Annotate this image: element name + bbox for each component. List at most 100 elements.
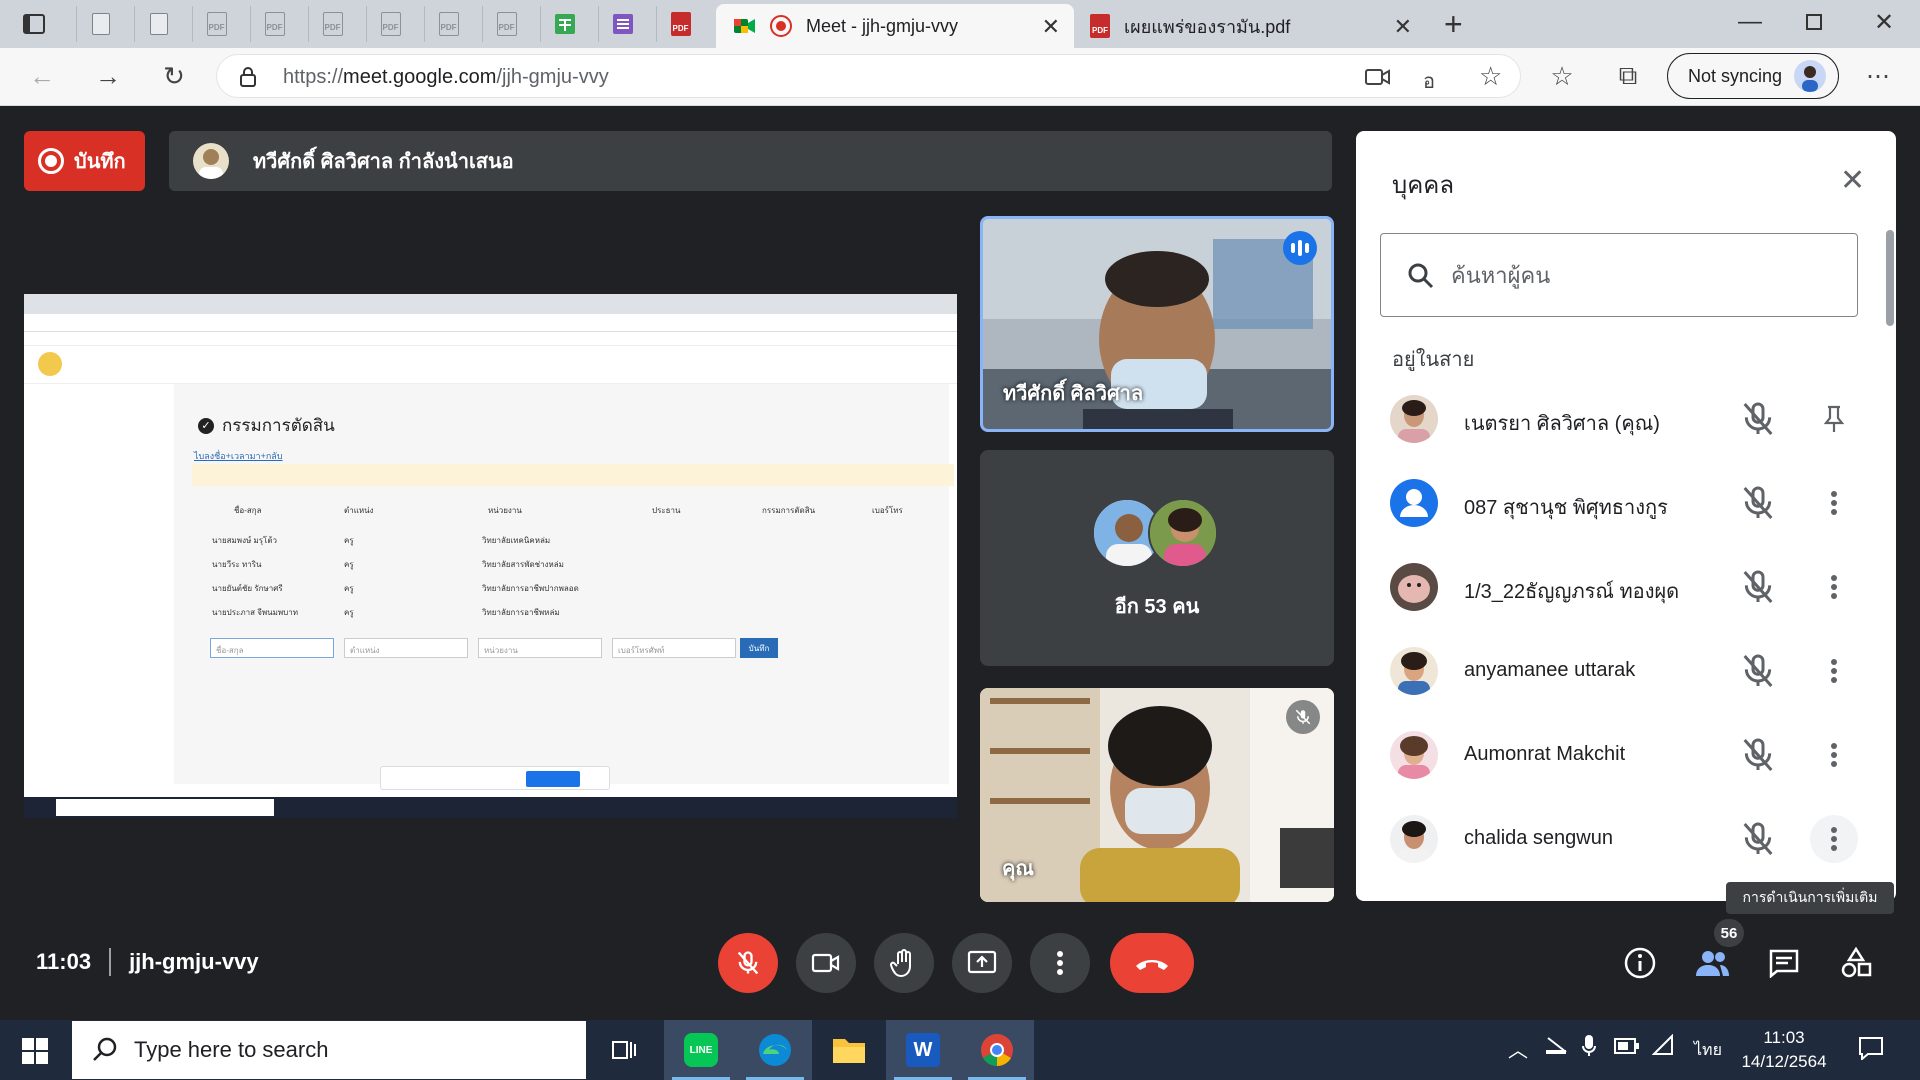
- leave-call-button[interactable]: [1110, 933, 1194, 993]
- tab-pdf[interactable]: PDF เผยแพร่ของรามัน.pdf ✕: [1078, 6, 1428, 46]
- translate-icon[interactable]: อ: [1423, 65, 1435, 97]
- pinned-tab[interactable]: [134, 6, 182, 42]
- shared-name-input[interactable]: ชื่อ-สกุล: [210, 638, 334, 658]
- activities-icon[interactable]: [1838, 945, 1874, 981]
- back-icon[interactable]: ←: [24, 58, 60, 94]
- mic-toggle-button[interactable]: [718, 933, 778, 993]
- mic-off-icon: [1743, 486, 1773, 519]
- participant-row[interactable]: เนตรยา ศิลวิศาล (คุณ): [1380, 377, 1860, 461]
- restore-icon[interactable]: [1806, 14, 1822, 30]
- participant-name: anyamanee uttarak: [1464, 659, 1636, 681]
- favorites-icon[interactable]: ☆: [1544, 58, 1580, 94]
- windows-taskbar: Type here to search LINE W ︿ ไทย 11:03 1…: [0, 1020, 1920, 1080]
- add-favorite-icon[interactable]: ☆: [1479, 61, 1502, 92]
- pinned-tab[interactable]: PDF: [424, 6, 472, 42]
- pinned-tab[interactable]: PDF: [192, 6, 240, 42]
- close-panel-icon[interactable]: ✕: [1840, 163, 1865, 198]
- line-app-icon[interactable]: LINE: [664, 1020, 738, 1080]
- participant-name: 087 สุชานุช พิศุทธางกูร: [1464, 497, 1668, 519]
- windows-start-icon[interactable]: [22, 1038, 48, 1069]
- refresh-icon[interactable]: ↻: [156, 58, 192, 94]
- taskbar-search[interactable]: Type here to search: [72, 1021, 586, 1079]
- pin-icon[interactable]: [1810, 395, 1858, 443]
- tile-others[interactable]: อีก 53 คน: [980, 450, 1334, 666]
- battery-icon[interactable]: [1614, 1034, 1640, 1059]
- pdf-icon: PDF: [1090, 14, 1110, 38]
- pinned-tab[interactable]: PDF: [482, 6, 530, 42]
- search-input[interactable]: [1451, 256, 1831, 296]
- edge-app-icon[interactable]: [738, 1020, 812, 1080]
- participant-row[interactable]: Aumonrat Makchit: [1380, 713, 1860, 797]
- more-menu-icon[interactable]: ⋯: [1860, 58, 1896, 94]
- network-offline-icon[interactable]: [1544, 1034, 1570, 1061]
- participant-row[interactable]: anyamanee uttarak: [1380, 629, 1860, 713]
- more-vert-icon[interactable]: [1810, 479, 1858, 527]
- meeting-details-icon[interactable]: [1622, 945, 1658, 981]
- wifi-icon[interactable]: [1651, 1033, 1676, 1061]
- notifications-icon[interactable]: [1858, 1036, 1884, 1065]
- more-vert-icon[interactable]: [1810, 731, 1858, 779]
- tile-presenter[interactable]: ทวีศักดิ์ ศิลวิศาล: [980, 216, 1334, 432]
- shared-save-button[interactable]: บันทึก: [740, 638, 778, 658]
- shared-org-input[interactable]: หน่วยงาน: [478, 638, 602, 658]
- collections-icon[interactable]: ⧉: [1610, 58, 1646, 94]
- present-screen-button[interactable]: [952, 933, 1012, 993]
- language-indicator[interactable]: ไทย: [1694, 1038, 1722, 1063]
- pinned-tab[interactable]: [598, 6, 646, 42]
- close-tab-icon[interactable]: ✕: [1394, 14, 1412, 40]
- file-explorer-icon[interactable]: [812, 1020, 886, 1080]
- pinned-tab[interactable]: PDF: [656, 6, 704, 42]
- raise-hand-button[interactable]: [874, 933, 934, 993]
- shared-phone-input[interactable]: เบอร์โทรศัพท์: [612, 638, 736, 658]
- pdf-icon: PDF: [670, 12, 691, 36]
- url-field[interactable]: https://meet.google.com/jjh-gmju-vvy อ ☆: [216, 54, 1521, 98]
- participant-row[interactable]: 1/3_22ธัญญภรณ์ ทองผุด: [1380, 545, 1860, 629]
- shared-position-input[interactable]: ตำแหน่ง: [344, 638, 468, 658]
- browser-tab-bar: PDF PDF PDF PDF PDF PDF PDF Meet - jjh-g…: [0, 0, 1920, 48]
- forward-icon[interactable]: →: [90, 58, 126, 94]
- presenter-avatar: [193, 143, 229, 179]
- chrome-app-icon[interactable]: [960, 1020, 1034, 1080]
- pinned-tab[interactable]: [540, 6, 588, 42]
- mic-off-icon: [1743, 738, 1773, 771]
- people-search[interactable]: [1380, 233, 1858, 317]
- new-tab-icon[interactable]: +: [1444, 6, 1463, 42]
- taskbar-clock[interactable]: 11:03 14/12/2564: [1738, 1026, 1830, 1074]
- participant-row[interactable]: chalida sengwun: [1380, 797, 1860, 881]
- more-options-button[interactable]: [1030, 933, 1090, 993]
- word-app-icon[interactable]: W: [886, 1020, 960, 1080]
- chat-icon[interactable]: [1766, 945, 1802, 981]
- mic-tray-icon[interactable]: [1582, 1034, 1596, 1063]
- panel-scrollbar[interactable]: [1886, 230, 1894, 326]
- more-vert-icon[interactable]: [1810, 815, 1858, 863]
- shared-back-link[interactable]: ไบลงชื่อ+เวลามา+กลับ: [194, 449, 283, 463]
- table-row: นายวีระ ทาริน ครู วิทยาลัยสารพัดช่างหล่ม: [212, 560, 564, 569]
- profile-button[interactable]: Not syncing: [1667, 53, 1839, 99]
- task-view-icon[interactable]: [586, 1020, 660, 1080]
- close-window-icon[interactable]: ✕: [1874, 8, 1894, 37]
- recording-button[interactable]: บันทึก: [24, 131, 145, 191]
- participant-row[interactable]: 087 สุชานุช พิศุทธางกูร: [1380, 461, 1860, 545]
- forms-icon: [612, 14, 633, 34]
- table-row: นายสมพงษ์ มรุโต้ว ครู วิทยาลัยเทคนิคหล่ม: [212, 536, 551, 545]
- lock-icon[interactable]: [239, 67, 257, 87]
- more-vert-icon[interactable]: [1810, 647, 1858, 695]
- pinned-tab[interactable]: [76, 6, 124, 42]
- pinned-tab[interactable]: PDF: [250, 6, 298, 42]
- tile-name: ทวีศักดิ์ ศิลวิศาล: [1003, 383, 1144, 405]
- tray-overflow-icon[interactable]: ︿: [1508, 1034, 1528, 1063]
- close-tab-icon[interactable]: ✕: [1042, 14, 1060, 40]
- tab-actions-icon[interactable]: [10, 6, 58, 42]
- shared-screen[interactable]: ✓ กรรมการตัดสิน ไบลงชื่อ+เวลามา+กลับ ชื่…: [24, 294, 957, 818]
- tile-self[interactable]: คุณ: [980, 688, 1334, 902]
- tab-meet[interactable]: Meet - jjh-gmju-vvy ✕: [716, 4, 1074, 48]
- shared-taskbar: [24, 797, 957, 818]
- camera-toggle-button[interactable]: [796, 933, 856, 993]
- camera-permission-icon[interactable]: [1365, 67, 1391, 87]
- pinned-tab[interactable]: PDF: [366, 6, 414, 42]
- minimize-icon[interactable]: —: [1738, 8, 1762, 36]
- pinned-tab[interactable]: PDF: [308, 6, 356, 42]
- section-in-call: อยู่ในสาย: [1392, 349, 1475, 371]
- people-icon[interactable]: [1694, 945, 1730, 981]
- more-vert-icon[interactable]: [1810, 563, 1858, 611]
